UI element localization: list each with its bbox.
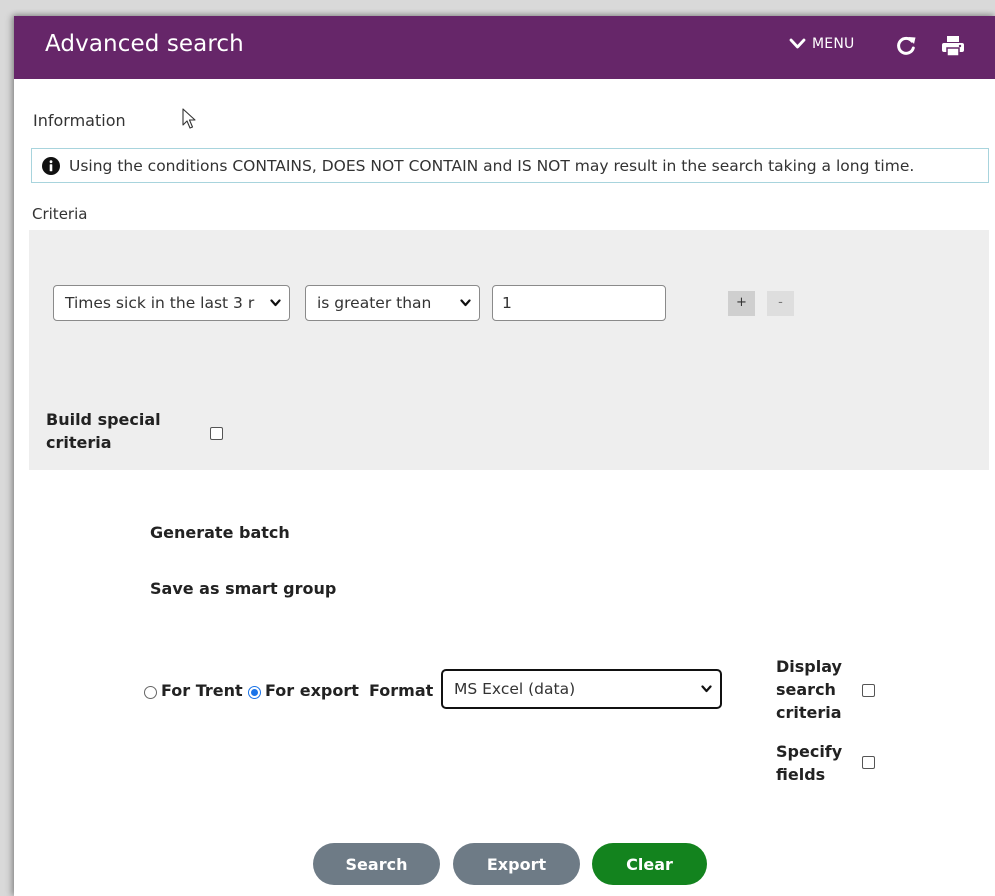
search-button[interactable]: Search <box>313 843 440 885</box>
refresh-icon[interactable] <box>895 35 917 57</box>
for-export-radio[interactable] <box>248 686 261 699</box>
criteria-value-input[interactable]: 1 <box>492 285 666 321</box>
criteria-field-select[interactable]: Times sick in the last 3 r <box>53 285 290 321</box>
page-title: Advanced search <box>45 31 244 57</box>
specify-fields-checkbox[interactable] <box>862 756 875 769</box>
page-header: Advanced search MENU <box>14 16 995 79</box>
criteria-label: Criteria <box>32 205 88 223</box>
export-button[interactable]: Export <box>453 843 580 885</box>
info-message-box: Using the conditions CONTAINS, DOES NOT … <box>31 148 989 183</box>
advanced-search-window: Advanced search MENU Information Using t… <box>14 16 995 896</box>
for-trent-radio[interactable] <box>144 686 157 699</box>
for-export-label: For export <box>265 681 359 700</box>
display-search-criteria-checkbox[interactable] <box>862 684 875 697</box>
for-trent-label: For Trent <box>161 681 243 700</box>
specify-fields-label: Specify fields <box>776 742 843 784</box>
criteria-condition-select[interactable]: is greater than <box>305 285 480 321</box>
info-message: Using the conditions CONTAINS, DOES NOT … <box>69 156 915 175</box>
chevron-down-icon <box>270 299 281 307</box>
clear-button[interactable]: Clear <box>592 843 707 885</box>
criteria-field-value: Times sick in the last 3 r <box>65 294 255 312</box>
display-search-criteria-label: Display search criteria <box>776 657 842 722</box>
build-special-criteria-checkbox[interactable] <box>210 427 223 440</box>
chevron-down-icon <box>701 685 712 693</box>
add-criteria-button[interactable]: + <box>728 291 755 316</box>
build-special-criteria-label: Build special criteria <box>46 410 161 452</box>
format-select[interactable]: MS Excel (data) <box>441 669 722 709</box>
information-label: Information <box>33 111 126 130</box>
format-value: MS Excel (data) <box>454 680 576 698</box>
remove-criteria-button[interactable]: - <box>767 291 794 316</box>
info-icon <box>42 156 60 175</box>
chevron-down-icon <box>460 299 471 307</box>
menu-button[interactable]: MENU <box>789 36 854 52</box>
save-smart-group-link[interactable]: Save as smart group <box>150 579 336 598</box>
generate-batch-link[interactable]: Generate batch <box>150 523 290 542</box>
criteria-condition-value: is greater than <box>317 294 432 312</box>
print-icon[interactable] <box>941 35 965 57</box>
criteria-panel: Times sick in the last 3 r is greater th… <box>29 230 989 470</box>
mouse-cursor-icon <box>182 108 196 129</box>
menu-label: MENU <box>812 36 855 52</box>
format-label: Format <box>369 681 434 700</box>
chevron-down-icon <box>789 38 806 49</box>
